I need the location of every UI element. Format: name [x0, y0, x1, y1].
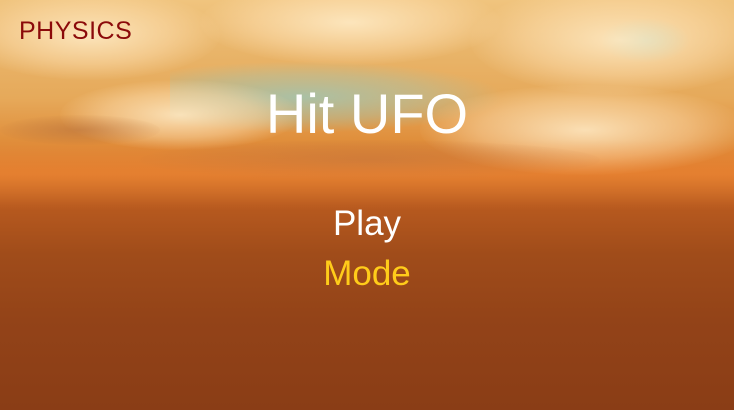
- horizon-glow: [0, 140, 734, 210]
- cloud: [200, 0, 500, 65]
- game-title: Hit UFO: [265, 82, 469, 145]
- menu-item-play[interactable]: Play: [0, 206, 734, 241]
- game-menu-screen: PHYSICS Hit UFO Play Mode: [0, 0, 734, 410]
- cloud: [470, 0, 734, 95]
- brand-label: PHYSICS: [19, 17, 133, 45]
- menu-item-mode[interactable]: Mode: [0, 256, 734, 291]
